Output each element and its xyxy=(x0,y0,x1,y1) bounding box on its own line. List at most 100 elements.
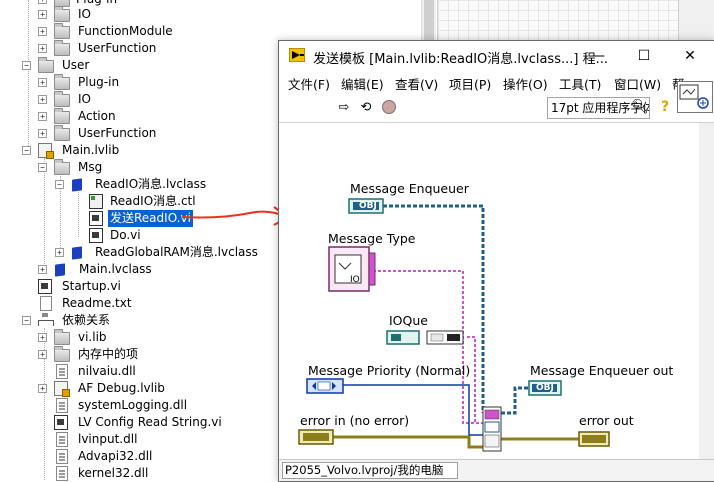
tree-item-label: Do.vi xyxy=(110,228,141,242)
tree-item-label: Startup.vi xyxy=(62,279,121,293)
background-diagram-grid xyxy=(437,0,678,40)
stop-icon xyxy=(382,100,396,114)
label-message-enqueuer: Message Enqueuer xyxy=(350,181,469,196)
tree-item-label: Msg xyxy=(78,160,103,174)
tree-item-label: 依赖关系 xyxy=(62,313,111,327)
title-bar[interactable]: 发送模板 [Main.lvlib:ReadIO消息.lvclass...] 程.… xyxy=(279,41,714,71)
tree-item-label: 内存中的项 xyxy=(78,347,139,361)
help-icon[interactable]: ? xyxy=(661,99,669,115)
menu-window[interactable]: 窗口(W) xyxy=(614,74,661,93)
class-icon xyxy=(72,178,82,192)
tree-item-label: LV Config Read String.vi xyxy=(78,415,222,429)
diagram-wires xyxy=(298,198,610,452)
background-panel xyxy=(678,0,714,40)
error-in-terminal[interactable] xyxy=(298,429,334,445)
folder-icon xyxy=(54,159,70,175)
collapse-icon[interactable]: − xyxy=(22,61,31,70)
collapse-icon[interactable]: − xyxy=(22,146,31,155)
expand-icon[interactable]: + xyxy=(38,78,47,87)
folder-icon xyxy=(38,57,54,73)
minimize-button[interactable]: — xyxy=(575,41,621,71)
tree-item-label: vi.lib xyxy=(78,330,107,344)
dll-icon xyxy=(56,449,68,464)
expand-icon[interactable]: + xyxy=(38,95,47,104)
folder-icon xyxy=(54,329,70,345)
tree-item-label: Main.lvclass xyxy=(79,262,152,276)
error-out-indicator[interactable] xyxy=(578,431,610,447)
tree-guide-line xyxy=(28,0,29,60)
library-icon xyxy=(38,143,54,159)
project-path: P2055_Volvo.lvproj/我的电脑 xyxy=(282,462,458,479)
abort-button[interactable] xyxy=(380,99,398,117)
labview-diagram-icon xyxy=(289,48,305,62)
expand-icon[interactable]: + xyxy=(55,248,64,257)
menu-edit[interactable]: 编辑(E) xyxy=(341,74,384,93)
vi-icon xyxy=(38,279,52,294)
label-message-type: Message Type xyxy=(328,231,416,246)
expand-icon[interactable]: + xyxy=(38,129,47,138)
tree-item-label: nilvaiu.dll xyxy=(78,364,136,378)
tree-item-label: ReadIO消息.lvclass xyxy=(95,177,207,191)
expand-icon[interactable]: + xyxy=(38,10,47,19)
tree-item-label: FunctionModule xyxy=(78,24,173,38)
label-message-enqueuer-out: Message Enqueuer out xyxy=(530,363,674,378)
close-button[interactable]: ✕ xyxy=(667,41,713,71)
message-priority-enum[interactable] xyxy=(306,378,344,394)
label-error-out: error out xyxy=(579,413,634,428)
expand-icon[interactable]: + xyxy=(38,44,47,53)
tree-item-label: Advapi32.dll xyxy=(78,449,153,463)
folder-icon xyxy=(54,346,70,362)
expand-icon[interactable]: + xyxy=(38,384,47,393)
folder-icon xyxy=(54,40,70,56)
document-icon xyxy=(40,296,52,311)
menu-file[interactable]: 文件(F) xyxy=(288,74,330,93)
terminal-type-obj-out: OBJ xyxy=(536,383,554,393)
tree-item-label: Main.lvlib xyxy=(62,143,120,157)
connector-pane-icon[interactable] xyxy=(677,81,713,113)
collapse-icon[interactable]: − xyxy=(22,316,31,325)
expand-icon[interactable]: + xyxy=(38,265,47,274)
vi-icon xyxy=(89,228,103,243)
block-diagram-canvas[interactable]: Message Enqueuer OBJ Message Type IO IOQ… xyxy=(279,123,714,461)
tree-item-label: lvinput.dll xyxy=(78,432,138,446)
dll-icon xyxy=(56,398,68,413)
collapse-icon[interactable]: − xyxy=(38,163,47,172)
dll-icon xyxy=(56,466,68,481)
folder-icon xyxy=(54,23,70,39)
expand-icon[interactable]: + xyxy=(38,27,47,36)
tree-item-label: AF Debug.lvlib xyxy=(78,381,165,395)
menu-operate[interactable]: 操作(O) xyxy=(503,74,548,93)
tree-item-label: Action xyxy=(78,109,116,123)
control-icon xyxy=(89,194,103,209)
dll-icon xyxy=(56,364,68,379)
folder-icon xyxy=(54,91,70,107)
menu-bar: 文件(F) 编辑(E) 查看(V) 项目(P) 操作(O) 工具(T) 窗口(W… xyxy=(279,72,714,94)
label-ioque: IOQue xyxy=(389,313,428,328)
tree-guide-line xyxy=(78,192,79,237)
label-error-in: error in (no error) xyxy=(300,413,410,428)
vi-icon xyxy=(89,211,103,226)
block-diagram-window[interactable]: 发送模板 [Main.lvlib:ReadIO消息.lvclass...] 程.… xyxy=(278,40,714,482)
vi-icon xyxy=(54,415,68,430)
diagram-scrollbar[interactable] xyxy=(699,123,714,459)
folder-icon xyxy=(54,108,70,124)
folder-icon xyxy=(54,74,70,90)
vi-connector-icon xyxy=(679,84,709,109)
ioque-terminal[interactable] xyxy=(386,330,464,345)
expand-icon[interactable]: + xyxy=(38,333,47,342)
menu-tools[interactable]: 工具(T) xyxy=(559,74,601,93)
expand-icon[interactable]: + xyxy=(38,350,47,359)
search-icon[interactable]: 🔍︎ xyxy=(631,99,649,115)
run-continuously-icon[interactable]: ⟲ xyxy=(357,99,375,117)
status-bar: P2055_Volvo.lvproj/我的电脑 xyxy=(279,459,714,481)
window-title: 发送模板 [Main.lvlib:ReadIO消息.lvclass...] 程.… xyxy=(313,52,608,67)
menu-project[interactable]: 项目(P) xyxy=(449,74,491,93)
run-arrow-icon[interactable]: ⇨ xyxy=(335,99,353,117)
expand-icon[interactable]: + xyxy=(38,0,47,4)
collapse-icon[interactable]: − xyxy=(55,180,64,189)
send-message-node[interactable] xyxy=(482,406,502,452)
maximize-button[interactable]: ☐ xyxy=(621,41,667,71)
expand-icon[interactable]: + xyxy=(38,112,47,121)
library-icon xyxy=(54,381,70,397)
menu-view[interactable]: 查看(V) xyxy=(395,74,438,93)
